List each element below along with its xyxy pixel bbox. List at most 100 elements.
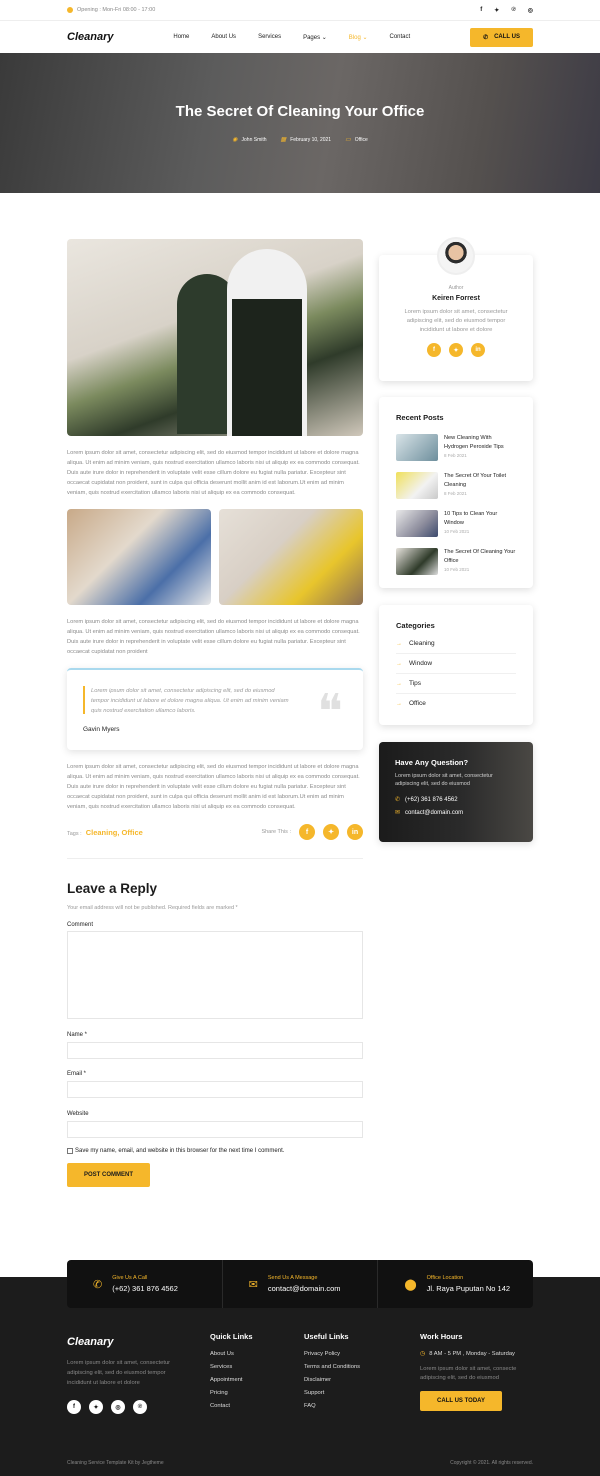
post-date: February 10, 2021 [290, 136, 332, 143]
footer-heading: Work Hours [420, 1332, 463, 1341]
linkedin-icon[interactable]: in [471, 343, 485, 357]
post-date: 8 Feb 2021 [444, 491, 467, 496]
arrow-right-icon: → [396, 700, 402, 707]
meta-author[interactable]: ◉ John Smith [232, 136, 267, 144]
recent-posts-widget: Recent Posts New Cleaning With Hydrogen … [379, 397, 533, 588]
post-category: Office [354, 136, 368, 143]
question-email[interactable]: ✉ contact@domain.com [395, 809, 517, 817]
save-info-checkbox[interactable] [67, 1148, 73, 1154]
contact-call[interactable]: ✆ Give Us A Call (+62) 361 876 4562 [67, 1260, 223, 1308]
facebook-icon[interactable]: f [67, 1400, 81, 1414]
author-name: John Smith [241, 136, 267, 143]
quote-bar [83, 686, 85, 714]
pinterest-icon[interactable]: ℗ [133, 1400, 147, 1414]
share-facebook-icon[interactable]: f [299, 824, 315, 840]
category-item[interactable]: → Tips [396, 674, 516, 694]
instagram-icon[interactable]: ◎ [111, 1400, 125, 1414]
category-item[interactable]: → Office [396, 694, 516, 713]
footer-about: Cleanary Lorem ipsum dolor sit amet, con… [67, 1332, 189, 1414]
post-date: 8 Feb 2021 [444, 453, 467, 458]
contact-location[interactable]: ⬤ Office Location Jl. Raya Puputan No 142 [378, 1260, 533, 1308]
main-nav: Cleanary Home About Us Services Pages ⌄ … [0, 20, 600, 53]
divider [67, 858, 363, 859]
list-item[interactable]: 10 Tips to Clean Your Window 10 Feb 2021 [396, 510, 516, 539]
footer-desc: Lorem ipsum dolor sit amet, consectetur … [67, 1360, 171, 1386]
category-label: Tips [409, 680, 422, 687]
user-icon: ◉ [232, 137, 238, 143]
clock-icon [67, 7, 73, 13]
share-linkedin-icon[interactable]: in [347, 824, 363, 840]
footer-link[interactable]: Disclaimer [304, 1377, 360, 1383]
nav-item-blog[interactable]: Blog ⌄ [349, 34, 368, 41]
nav-item-services[interactable]: Services [258, 34, 281, 41]
avatar [437, 237, 475, 275]
instagram-icon[interactable]: ◎ [528, 7, 533, 14]
nav-item-contact[interactable]: Contact [390, 34, 411, 41]
name-field[interactable] [67, 1042, 363, 1059]
contact-call-value: (+62) 361 876 4562 [112, 1284, 178, 1293]
image-row [67, 509, 363, 605]
footer-logo[interactable]: Cleanary [67, 1336, 113, 1348]
footer-link[interactable]: About Us [210, 1351, 253, 1357]
contact-message[interactable]: ✉ Send Us A Message contact@domain.com [223, 1260, 379, 1308]
footer-link[interactable]: Support [304, 1390, 360, 1396]
list-item[interactable]: New Cleaning With Hydrogen Peroxide Tips… [396, 434, 516, 463]
footer-link[interactable]: Services [210, 1364, 253, 1370]
footer-link[interactable]: FAQ [304, 1403, 360, 1409]
footer-link[interactable]: Terms and Conditions [304, 1364, 360, 1370]
comment-textarea[interactable] [67, 931, 363, 1019]
pinterest-icon[interactable]: ℗ [511, 7, 515, 14]
site-logo[interactable]: Cleanary [67, 31, 113, 43]
email-label: Email * [67, 1071, 87, 1077]
call-us-today-button[interactable]: CALL US TODAY [420, 1391, 502, 1411]
question-phone[interactable]: ✆ (+62) 361 876 4562 [395, 796, 517, 804]
author-desc: Lorem ipsum dolor sit amet, consectetur … [404, 309, 508, 333]
meta-category[interactable]: ▭ Office [345, 136, 368, 144]
list-item[interactable]: The Secret Of Cleaning Your Office 10 Feb… [396, 548, 516, 577]
twitter-icon[interactable]: ✦ [449, 343, 463, 357]
question-desc: Lorem ipsum dolor sit amet, consectetur … [395, 773, 493, 787]
footer-link[interactable]: Pricing [210, 1390, 253, 1396]
envelope-icon: ✉ [395, 810, 401, 816]
tag-links[interactable]: Cleaning, Office [86, 828, 143, 837]
article-paragraph: Lorem ipsum dolor sit amet, consectetur … [67, 450, 360, 496]
post-thumbnail [396, 472, 438, 499]
nav-item-home[interactable]: Home [173, 34, 189, 41]
clock-icon: ◷ [420, 1351, 426, 1357]
copyright-text: Copyright © 2021. All rights reserved. [450, 1460, 533, 1466]
facebook-icon[interactable]: f [427, 343, 441, 357]
footer-link[interactable]: Contact [210, 1403, 253, 1409]
phone-icon: ✆ [483, 34, 489, 41]
share-twitter-icon[interactable]: ✦ [323, 824, 339, 840]
post-meta: ◉ John Smith ▦ February 10, 2021 ▭ Office [232, 136, 368, 144]
blockquote: Lorem ipsum dolor sit amet, consectetur … [67, 668, 363, 750]
article-paragraph: Lorem ipsum dolor sit amet, consectetur … [67, 764, 360, 810]
facebook-icon[interactable]: f [480, 7, 482, 14]
article-paragraph: Lorem ipsum dolor sit amet, consectetur … [67, 619, 360, 655]
twitter-icon[interactable]: ✦ [89, 1400, 103, 1414]
nav-item-pages[interactable]: Pages ⌄ [303, 34, 327, 41]
website-field[interactable] [67, 1121, 363, 1138]
email-field[interactable] [67, 1081, 363, 1098]
nav-item-about[interactable]: About Us [211, 34, 236, 41]
category-item[interactable]: → Cleaning [396, 634, 516, 654]
footer-link[interactable]: Privacy Policy [304, 1351, 360, 1357]
article: Lorem ipsum dolor sit amet, consectetur … [67, 239, 363, 1187]
category-item[interactable]: → Window [396, 654, 516, 674]
contact-msg-label: Send Us A Message [267, 1275, 318, 1281]
list-item[interactable]: The Secret Of Your Toilet Cleaning 8 Feb … [396, 472, 516, 501]
post-title: New Cleaning With Hydrogen Peroxide Tips [444, 435, 504, 450]
copyright-bar: Cleaning Service Template Kit by Jegthem… [67, 1460, 533, 1466]
footer-link[interactable]: Appointment [210, 1377, 253, 1383]
top-socials: f ✦ ℗ ◎ [480, 7, 533, 14]
phone-icon: ✆ [93, 1278, 103, 1291]
call-us-button[interactable]: ✆ CALL US [470, 27, 533, 47]
arrow-right-icon: → [396, 680, 402, 687]
page-title: The Secret Of Cleaning Your Office [175, 103, 425, 120]
post-comment-button[interactable]: POST COMMENT [67, 1163, 150, 1187]
category-label: Window [409, 660, 433, 667]
author-widget: Author Keiren Forrest Lorem ipsum dolor … [379, 237, 533, 381]
twitter-icon[interactable]: ✦ [494, 7, 499, 14]
folder-icon: ▭ [345, 137, 351, 143]
footer-work-hours: Work Hours ◷ 8 AM - 5 PM , Monday - Satur… [420, 1332, 536, 1411]
